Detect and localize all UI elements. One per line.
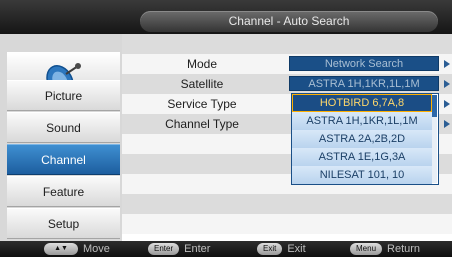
hint-move: ▲▼ Move (44, 242, 110, 256)
channel-type-label: Channel Type (165, 117, 239, 131)
sidebar-item-sound[interactable]: Sound (7, 112, 120, 143)
exit-key-icon: Exit (257, 243, 283, 255)
sidebar-item-picture[interactable]: Picture (7, 80, 120, 111)
hint-move-label: Move (83, 243, 110, 255)
hint-return-label: Return (387, 243, 421, 255)
footer-hints: ▲▼ Move Enter Enter Exit Exit Menu Retur… (0, 241, 452, 257)
dropdown-scrollbar[interactable] (432, 95, 437, 183)
mode-value[interactable]: Network Search (289, 56, 439, 71)
sidebar-item-feature[interactable]: Feature (7, 176, 120, 207)
satellite-label: Satellite (180, 77, 224, 91)
right-arrow-icon[interactable] (444, 60, 450, 68)
sidebar-item-channel[interactable]: Channel (7, 144, 120, 175)
satellite-option[interactable]: ASTRA 2A,2B,2D (292, 130, 432, 148)
service-type-label: Service Type (167, 97, 237, 111)
osd-window: Channel - Auto Search Picture Sound Chan… (0, 0, 452, 257)
hint-exit-label: Exit (287, 243, 306, 255)
settings-row-spacer (122, 34, 452, 54)
page-title: Channel - Auto Search (140, 11, 438, 32)
right-arrow-icon[interactable] (444, 80, 450, 88)
move-key-icon: ▲▼ (44, 243, 78, 255)
satellite-option[interactable]: ASTRA 1H,1KR,1L,1M (292, 112, 432, 130)
right-arrow-icon[interactable] (444, 100, 450, 108)
settings-row-mode[interactable]: Mode Network Search (122, 54, 452, 74)
satellite-dropdown[interactable]: HOTBIRD 6,7A,8 ASTRA 1H,1KR,1L,1M ASTRA … (291, 93, 439, 185)
hint-exit: Exit Exit (257, 242, 306, 256)
settings-row-empty (122, 214, 452, 234)
sidebar-item-setup[interactable]: Setup (7, 208, 120, 239)
menu-key-icon: Menu (350, 243, 383, 255)
right-arrow-icon[interactable] (444, 120, 450, 128)
header-bar: Channel - Auto Search (0, 0, 452, 34)
mode-label: Mode (186, 57, 218, 71)
satellite-value[interactable]: ASTRA 1H,1KR,1L,1M (289, 76, 439, 91)
settings-row-satellite[interactable]: Satellite ASTRA 1H,1KR,1L,1M (122, 74, 452, 94)
enter-key-icon: Enter (148, 243, 180, 255)
satellite-option[interactable]: ASTRA 1E,1G,3A (292, 148, 432, 166)
satellite-options: HOTBIRD 6,7A,8 ASTRA 1H,1KR,1L,1M ASTRA … (292, 94, 432, 184)
scroll-thumb[interactable] (432, 95, 437, 117)
settings-row-empty (122, 194, 452, 214)
hint-return: Menu Return (350, 242, 420, 256)
satellite-option-selected[interactable]: HOTBIRD 6,7A,8 (292, 94, 432, 112)
satellite-option[interactable]: NILESAT 101, 10 (292, 166, 432, 184)
sidebar: Picture Sound Channel Feature Setup (0, 34, 122, 241)
hint-enter: Enter Enter (148, 242, 210, 256)
hint-enter-label: Enter (184, 243, 211, 255)
